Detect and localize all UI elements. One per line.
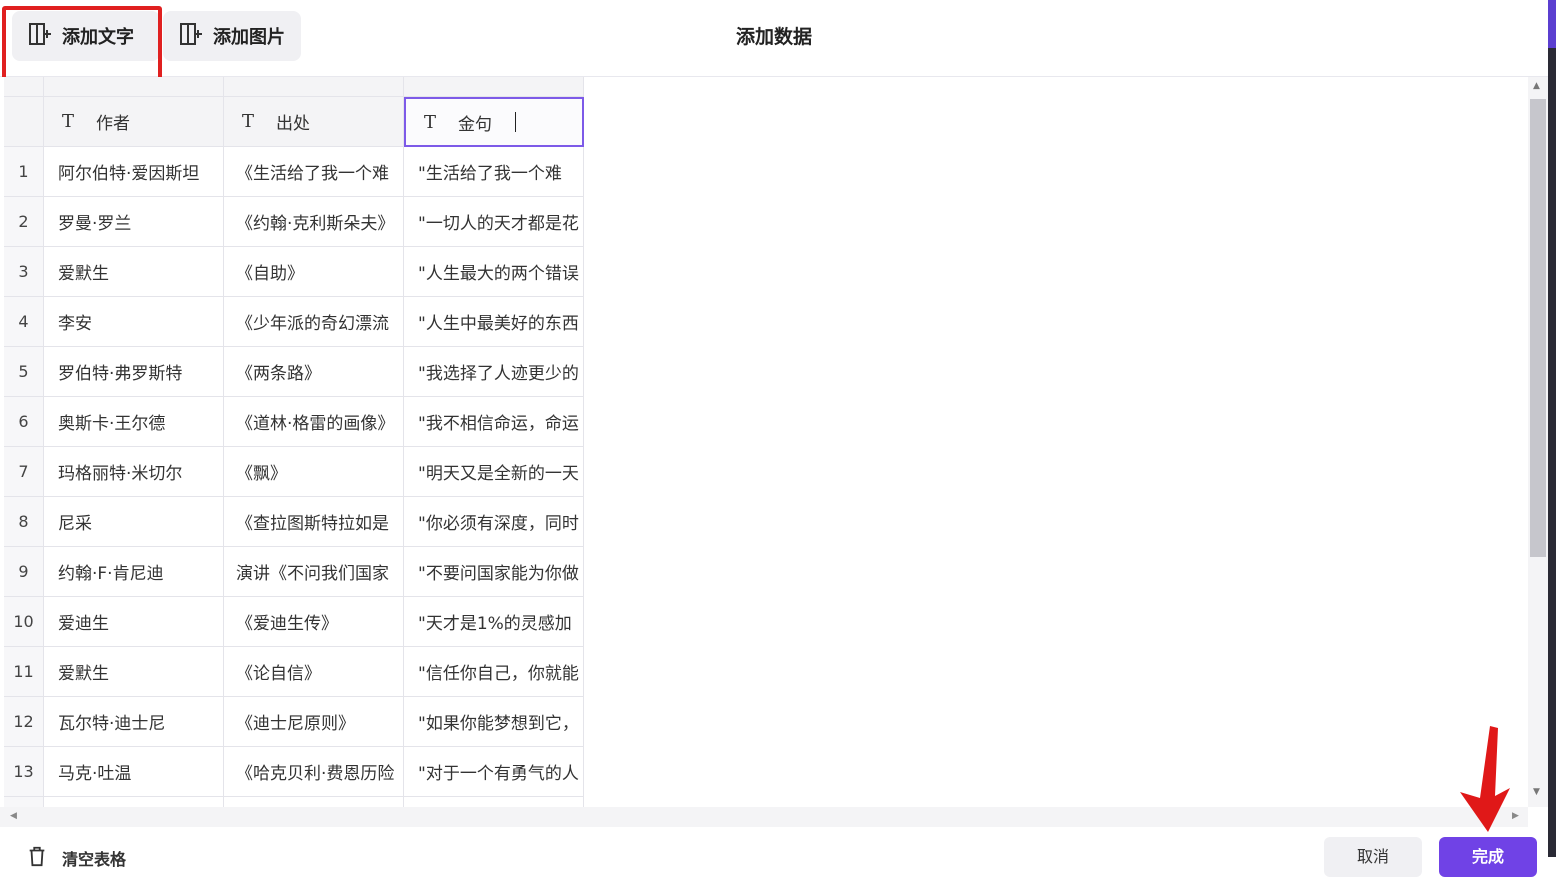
cell-source[interactable]: 《查拉图斯特拉如是 — [224, 497, 404, 547]
scroll-left-icon[interactable]: ◀ — [10, 811, 17, 821]
cell-author[interactable]: 奥斯卡·王尔德 — [44, 397, 224, 447]
row-number: 8 — [4, 497, 44, 547]
cell-author[interactable]: 爱迪生 — [44, 597, 224, 647]
vertical-scroll-thumb[interactable] — [1530, 99, 1546, 557]
cell-quote[interactable]: "对于一个有勇气的人 — [404, 747, 584, 797]
cell-source[interactable]: 《哈克贝利·费恩历险 — [224, 747, 404, 797]
column-strip — [44, 77, 224, 97]
cell-source[interactable]: 《约翰·克利斯朵夫》 — [224, 197, 404, 247]
cell-source[interactable]: 《两条路》 — [224, 347, 404, 397]
cell-author[interactable]: 罗伯特·弗罗斯特 — [44, 347, 224, 397]
scroll-down-icon[interactable]: ▼ — [1533, 787, 1540, 797]
column-header-label: 作者 — [96, 114, 131, 134]
data-table: T 作者 T 出处 T 金句 1 阿尔伯特·爱因斯坦 《生活给了我一个难 "生活给了我一个难 2 罗曼… — [0, 77, 1530, 807]
row-number: 5 — [4, 347, 44, 397]
cell-quote[interactable]: "如果你能梦想到它， — [404, 697, 584, 747]
cell-source[interactable]: 《自助》 — [224, 247, 404, 297]
column-header[interactable]: T 作者 — [44, 97, 224, 147]
cell-quote[interactable]: "生活给了我一个难 — [404, 147, 584, 197]
clear-table-label: 清空表格 — [62, 850, 127, 869]
table-cell-partial[interactable] — [44, 797, 224, 807]
cell-source[interactable]: 《飘》 — [224, 447, 404, 497]
dialog-footer: 清空表格 取消 完成 — [0, 827, 1548, 877]
clear-table-button[interactable]: 清空表格 — [26, 845, 126, 871]
cell-author[interactable]: 李安 — [44, 297, 224, 347]
table-cell-partial[interactable] — [224, 797, 404, 807]
row-number: 2 — [4, 197, 44, 247]
row-number: 4 — [4, 297, 44, 347]
row-number: 3 — [4, 247, 44, 297]
cell-quote[interactable]: "不要问国家能为你做 — [404, 547, 584, 597]
cell-quote[interactable]: "你必须有深度，同时 — [404, 497, 584, 547]
cell-author[interactable]: 爱默生 — [44, 647, 224, 697]
row-number: 13 — [4, 747, 44, 797]
background-window-edge — [1548, 0, 1556, 857]
row-number: 6 — [4, 397, 44, 447]
column-header[interactable]: T 金句 — [404, 97, 584, 147]
row-number: 11 — [4, 647, 44, 697]
dialog-header: 添加文字 添加图片 添加数据 — [0, 0, 1548, 77]
cell-source[interactable]: 《生活给了我一个难 — [224, 147, 404, 197]
cell-quote[interactable]: "天才是1%的灵感加 — [404, 597, 584, 647]
row-number: 12 — [4, 697, 44, 747]
horizontal-scrollbar[interactable]: ◀ ▶ — [0, 807, 1528, 827]
scroll-up-icon[interactable]: ▲ — [1533, 81, 1540, 91]
cell-source[interactable]: 《爱迪生传》 — [224, 597, 404, 647]
text-type-icon: T — [424, 111, 437, 133]
cell-author[interactable]: 阿尔伯特·爱因斯坦 — [44, 147, 224, 197]
cell-quote[interactable]: "信任你自己，你就能 — [404, 647, 584, 697]
trash-icon — [26, 845, 48, 871]
cell-author[interactable]: 玛格丽特·米切尔 — [44, 447, 224, 497]
row-number: 10 — [4, 597, 44, 647]
text-type-icon: T — [242, 111, 255, 132]
cell-quote[interactable]: "我不相信命运，命运 — [404, 397, 584, 447]
column-header-label: 出处 — [276, 114, 311, 134]
cell-author[interactable]: 瓦尔特·迪士尼 — [44, 697, 224, 747]
cell-source[interactable]: 《少年派的奇幻漂流 — [224, 297, 404, 347]
cell-author[interactable]: 罗曼·罗兰 — [44, 197, 224, 247]
cell-author[interactable]: 爱默生 — [44, 247, 224, 297]
column-header-label: 金句 — [458, 114, 493, 135]
column-strip — [404, 77, 584, 97]
dialog-title: 添加数据 — [735, 26, 812, 48]
cell-source[interactable]: 《道林·格雷的画像》 — [224, 397, 404, 447]
cell-author[interactable]: 约翰·F·肯尼迪 — [44, 547, 224, 597]
cell-author[interactable]: 尼采 — [44, 497, 224, 547]
cell-quote[interactable]: "人生最大的两个错误 — [404, 247, 584, 297]
cancel-button[interactable]: 取消 — [1324, 837, 1422, 877]
text-caret — [515, 112, 517, 132]
background-accent — [1548, 0, 1556, 48]
cell-quote[interactable]: "一切人的天才都是花 — [404, 197, 584, 247]
table-cell-partial — [4, 797, 44, 807]
scroll-right-icon[interactable]: ▶ — [1512, 811, 1519, 821]
row-number: 7 — [4, 447, 44, 497]
cell-quote[interactable]: "明天又是全新的一天 — [404, 447, 584, 497]
table-cell-partial[interactable] — [404, 797, 584, 807]
row-number: 1 — [4, 147, 44, 197]
cell-author[interactable]: 马克·吐温 — [44, 747, 224, 797]
column-header[interactable]: T 出处 — [224, 97, 404, 147]
corner-cell — [4, 97, 44, 147]
row-number: 9 — [4, 547, 44, 597]
cell-source[interactable]: 演讲《不问我们国家 — [224, 547, 404, 597]
cell-quote[interactable]: "我选择了人迹更少的 — [404, 347, 584, 397]
text-type-icon: T — [62, 111, 75, 132]
vertical-scrollbar[interactable]: ▲ ▼ — [1528, 77, 1548, 807]
column-strip — [4, 77, 44, 97]
cell-source[interactable]: 《迪士尼原则》 — [224, 697, 404, 747]
done-button[interactable]: 完成 — [1439, 837, 1537, 877]
cell-quote[interactable]: "人生中最美好的东西 — [404, 297, 584, 347]
cell-source[interactable]: 《论自信》 — [224, 647, 404, 697]
column-strip — [224, 77, 404, 97]
